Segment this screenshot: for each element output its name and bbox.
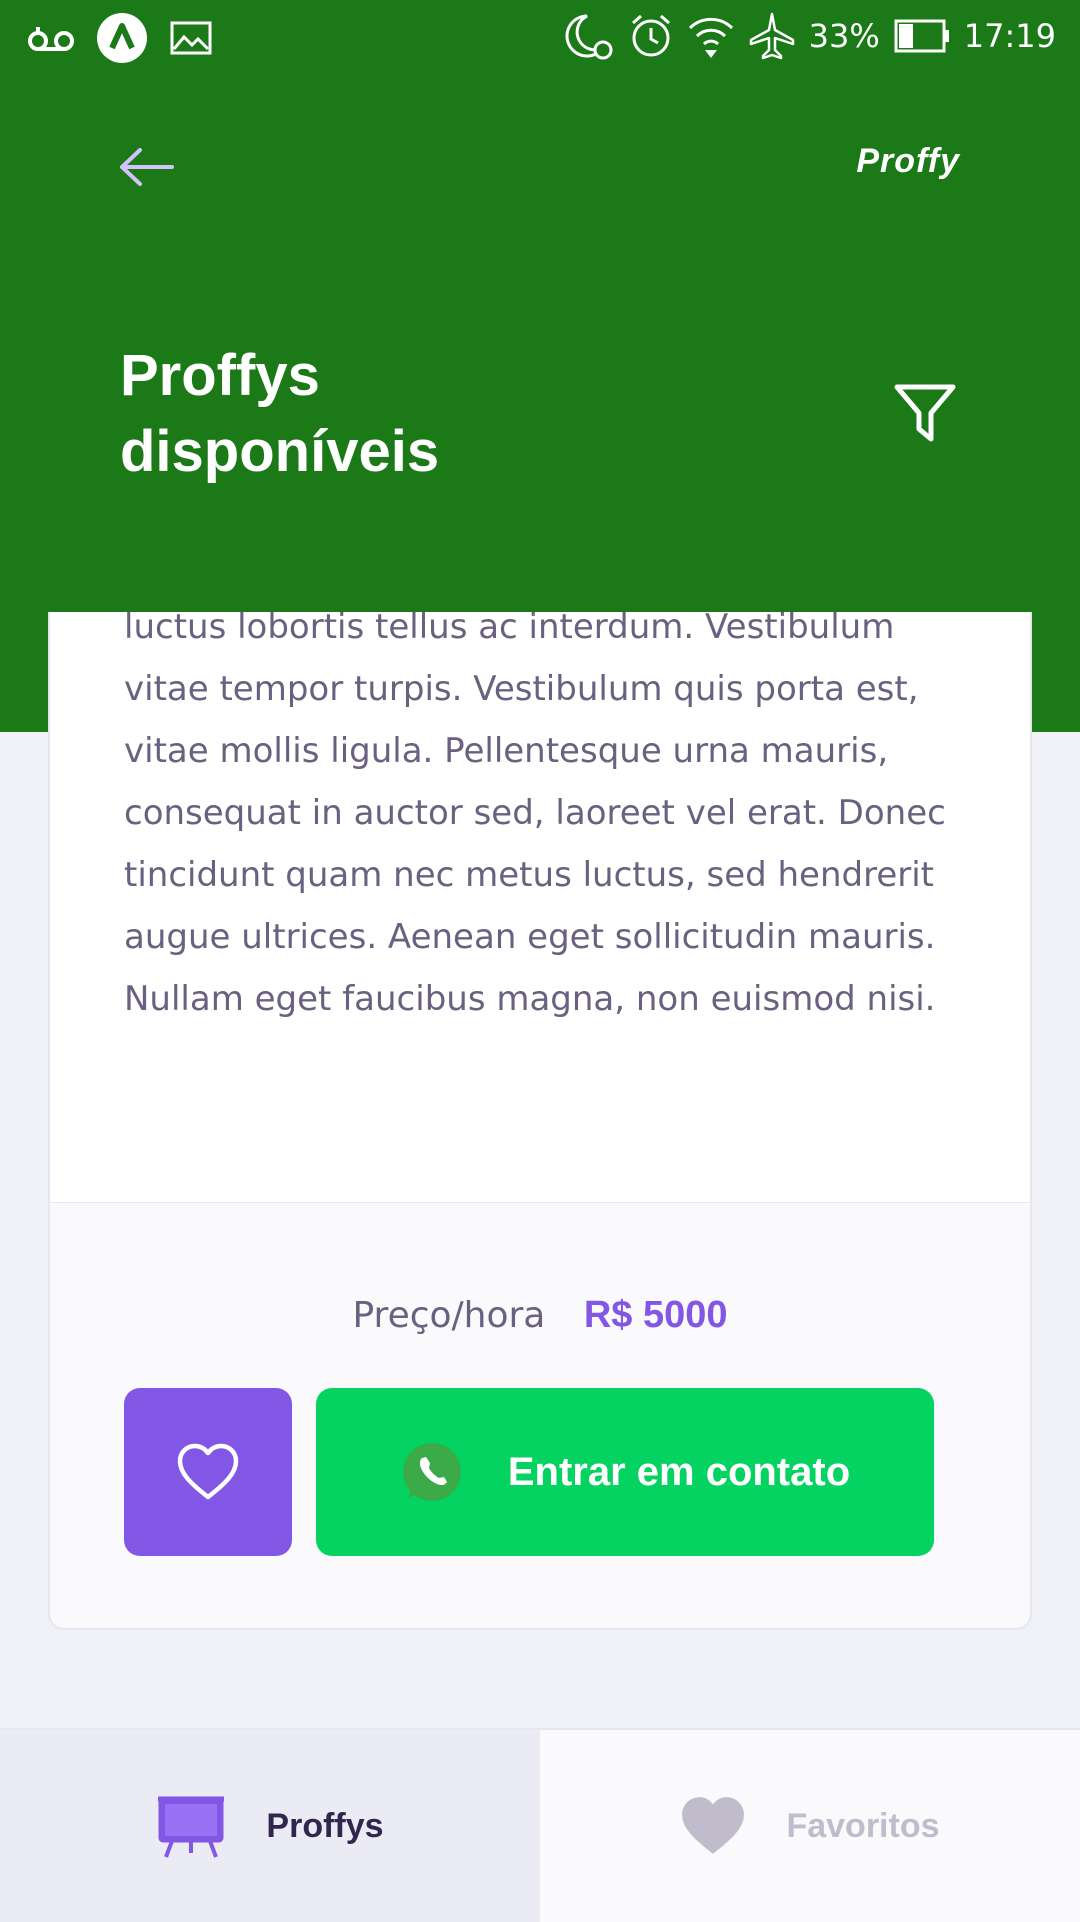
price-value: R$ 5000 xyxy=(583,1294,728,1336)
page-title: Proffys disponíveis xyxy=(120,338,540,490)
tab-proffys-label: Proffys xyxy=(266,1806,384,1845)
teacher-bio: luctus lobortis tellus ac interdum. Vest… xyxy=(124,612,946,1019)
page-title-line2: disponíveis xyxy=(120,419,440,484)
back-button[interactable] xyxy=(116,142,176,192)
back-arrow-icon xyxy=(120,148,174,186)
tab-favoritos[interactable]: Favoritos xyxy=(540,1730,1080,1922)
app-icon xyxy=(96,12,148,64)
price-row: Preço/hora R$ 5000 xyxy=(50,1294,1030,1337)
price-label: Preço/hora xyxy=(352,1295,546,1336)
heart-icon xyxy=(177,1443,239,1500)
voicemail-icon xyxy=(28,23,74,53)
tab-proffys[interactable]: Proffys xyxy=(0,1730,540,1922)
bio-container: luctus lobortis tellus ac interdum. Vest… xyxy=(50,612,1030,1202)
status-bar: 33% 17:19 xyxy=(0,0,1080,72)
airplane-icon xyxy=(749,12,795,60)
image-icon xyxy=(170,21,212,55)
wifi-icon xyxy=(687,14,735,58)
filter-button[interactable] xyxy=(890,378,960,448)
filter-icon xyxy=(894,384,956,442)
easel-icon xyxy=(158,1796,225,1858)
page-title-line1: Proffys xyxy=(120,343,320,408)
whatsapp-icon xyxy=(402,1443,461,1501)
alarm-icon xyxy=(629,13,673,59)
clock: 17:19 xyxy=(963,17,1056,55)
battery-percent: 33% xyxy=(808,17,880,55)
favorite-button[interactable] xyxy=(124,1388,292,1556)
contact-button[interactable]: Entrar em contato xyxy=(316,1388,934,1556)
battery-icon xyxy=(894,19,950,53)
tab-favoritos-label: Favoritos xyxy=(786,1806,940,1845)
contact-button-label: Entrar em contato xyxy=(507,1449,851,1494)
brand-logo: Proffy xyxy=(856,142,960,180)
night-alarm-icon xyxy=(565,12,615,60)
heart-filled-icon xyxy=(682,1797,745,1854)
bottom-tab-bar: Proffys Favoritos xyxy=(0,1728,1080,1922)
teacher-card: luctus lobortis tellus ac interdum. Vest… xyxy=(48,612,1032,1630)
